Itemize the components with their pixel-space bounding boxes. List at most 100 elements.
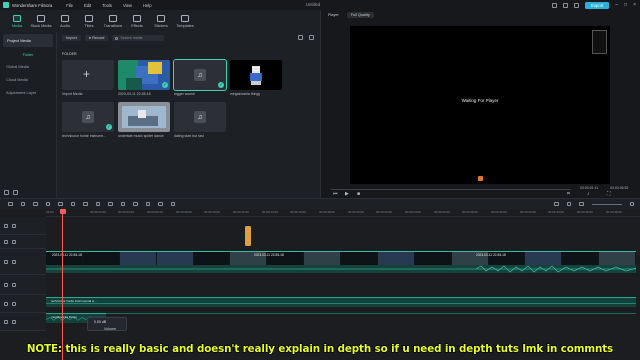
tab-effects[interactable]: Effects: [126, 10, 148, 32]
video-clip-audio[interactable]: [46, 265, 636, 273]
undo-icon[interactable]: [33, 201, 38, 207]
preview-screen[interactable]: Waiting For Player: [350, 26, 610, 184]
tab-titles[interactable]: Titles: [78, 10, 100, 32]
tab-media[interactable]: Media: [6, 10, 28, 32]
fullscreen-icon[interactable]: ⛶: [607, 191, 611, 197]
sidebar-item-adjustment-layer[interactable]: Adjustment Layer: [0, 86, 56, 99]
menu-help[interactable]: Help: [143, 3, 152, 8]
sidebar-item-label: Adjustment Layer: [6, 90, 37, 95]
marker-icon[interactable]: [478, 176, 483, 181]
record-dropdown[interactable]: ● Record: [84, 35, 109, 41]
media-tile-audio[interactable]: ♫ ✓: [62, 102, 114, 132]
lock-icon[interactable]: [4, 282, 8, 287]
zoom-slider[interactable]: [591, 203, 622, 205]
snapshot-icon[interactable]: ⌗: [567, 191, 570, 197]
media-tile-video[interactable]: [230, 60, 282, 90]
player-tab[interactable]: Player: [328, 13, 339, 17]
media-caption: dating start but fast: [174, 134, 204, 138]
sidebar-item-folder[interactable]: Folder: [0, 49, 56, 60]
sidebar-item-cloud-media[interactable]: Cloud Media: [0, 73, 56, 86]
pointer-icon[interactable]: [20, 201, 25, 207]
tab-label: Transitions: [103, 23, 123, 28]
media-tile-audio[interactable]: ♫ ✓: [173, 59, 227, 91]
tab-label: Titles: [84, 23, 94, 28]
sidebar-item-project-media[interactable]: Project Media: [3, 34, 53, 47]
import-media-tile[interactable]: +: [62, 60, 114, 90]
timeline: 01:00 00:00:02:00 00:00:04:00 00:00:06:0…: [0, 209, 640, 360]
more-tools-icon[interactable]: [170, 201, 175, 207]
more-icon[interactable]: [309, 35, 314, 40]
tab-transitions[interactable]: Transitions: [102, 10, 124, 32]
sidebar-item-global-media[interactable]: Global Media: [0, 60, 56, 73]
lock-icon[interactable]: [4, 223, 8, 228]
waiting-message: Waiting For Player: [461, 98, 499, 103]
volume-icon[interactable]: ♪: [587, 191, 590, 197]
audio-clip[interactable]: technicolor horde instrumental w...: [46, 297, 636, 307]
media-tile-audio[interactable]: ♫: [174, 102, 226, 132]
export-button[interactable]: Export: [585, 1, 610, 9]
layout-icon[interactable]: [8, 201, 13, 207]
search-input[interactable]: Search media: [112, 35, 165, 41]
video-clip[interactable]: 2023-03-11 22-55-18 2023-03-11 22-55-18 …: [46, 251, 636, 265]
audio-edit-icon[interactable]: [120, 201, 125, 207]
eye-icon[interactable]: [12, 239, 16, 244]
orange-clip-marker[interactable]: [245, 226, 251, 246]
stop-icon[interactable]: ■: [357, 191, 360, 197]
split-icon[interactable]: [70, 201, 75, 207]
track-header-empty: [0, 217, 46, 235]
ai-tools-icon[interactable]: [158, 201, 163, 207]
audio-track-lane[interactable]: [106, 313, 636, 323]
speed-icon[interactable]: [95, 201, 100, 207]
preview-scrubber[interactable]: [331, 189, 571, 190]
lock-icon[interactable]: [4, 301, 8, 306]
menu-view[interactable]: View: [123, 3, 132, 8]
media-caption: 2023-03-11 22-55-18: [118, 92, 151, 96]
mute-icon[interactable]: [12, 301, 16, 306]
gift-icon[interactable]: [574, 2, 580, 8]
folder-icon[interactable]: [13, 190, 18, 195]
lock-icon[interactable]: [4, 239, 8, 244]
video-frame: [377, 252, 415, 265]
cloud-icon[interactable]: [563, 2, 569, 8]
play-icon[interactable]: ▶: [345, 191, 349, 197]
media-tile-video[interactable]: ✓: [118, 60, 170, 90]
close-icon[interactable]: ×: [633, 2, 636, 8]
minimize-icon[interactable]: –: [615, 2, 618, 8]
transform-icon[interactable]: [133, 201, 138, 207]
mute-icon[interactable]: [12, 319, 16, 324]
volume-label: Volume: [104, 327, 116, 331]
keyframe-icon[interactable]: [145, 201, 150, 207]
time-ruler[interactable]: 01:00 00:00:02:00 00:00:04:00 00:00:06:0…: [46, 209, 640, 217]
color-icon[interactable]: [108, 201, 113, 207]
tab-stock-media[interactable]: Stock Media: [30, 10, 52, 32]
render-icon[interactable]: [554, 201, 559, 207]
eye-icon[interactable]: [12, 223, 16, 228]
import-dropdown[interactable]: Import: [62, 35, 81, 41]
mic-icon[interactable]: [566, 201, 571, 207]
sidebar-item-label: Global Media: [6, 64, 29, 69]
snap-icon[interactable]: [579, 201, 584, 207]
quality-dropdown[interactable]: Full Quality: [346, 12, 374, 18]
crop-icon[interactable]: [83, 201, 88, 207]
new-folder-icon[interactable]: [4, 190, 9, 195]
eye-icon[interactable]: [12, 259, 16, 264]
title-bar-controls: Export – □ ×: [552, 0, 640, 10]
mute-icon[interactable]: [12, 282, 16, 287]
step-back-icon[interactable]: ⏮: [333, 191, 338, 197]
menu-tools[interactable]: Tools: [102, 3, 112, 8]
delete-icon[interactable]: [58, 201, 63, 207]
redo-icon[interactable]: [45, 201, 50, 207]
playhead[interactable]: [62, 209, 63, 360]
tab-stickers[interactable]: Stickers: [150, 10, 172, 32]
lock-icon[interactable]: [4, 319, 8, 324]
media-tile-video[interactable]: [118, 102, 170, 132]
filter-icon[interactable]: [298, 35, 303, 40]
menu-file[interactable]: File: [66, 3, 73, 8]
zoom-in-icon[interactable]: [629, 201, 634, 207]
feedback-icon[interactable]: [552, 2, 558, 8]
tab-templates[interactable]: Templates: [174, 10, 196, 32]
tab-audio[interactable]: Audio: [54, 10, 76, 32]
lock-icon[interactable]: [4, 259, 8, 264]
maximize-icon[interactable]: □: [624, 2, 627, 8]
menu-edit[interactable]: Edit: [84, 3, 91, 8]
